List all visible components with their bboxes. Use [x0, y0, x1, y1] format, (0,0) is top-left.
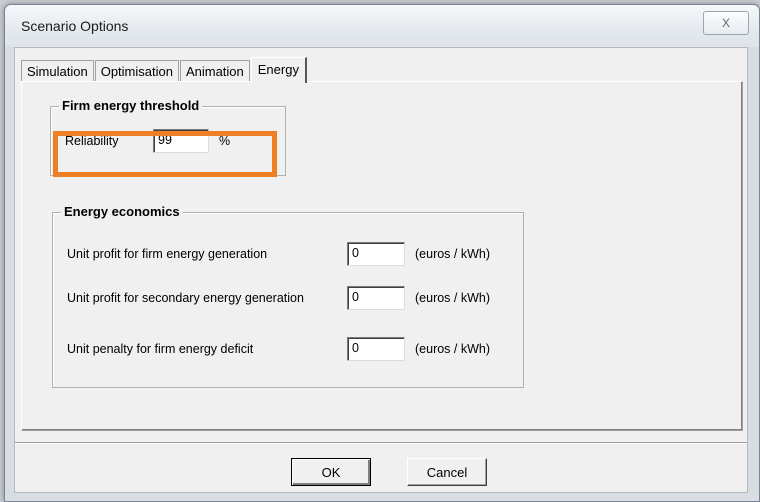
- tab-strip: Simulation Optimisation Animation Energy: [21, 56, 308, 83]
- secondary-energy-profit-unit: (euros / kWh): [415, 291, 491, 305]
- close-button[interactable]: X: [703, 11, 749, 35]
- ok-button[interactable]: OK: [291, 458, 371, 486]
- tab-animation[interactable]: Animation: [179, 60, 250, 82]
- firm-energy-profit-label: Unit profit for firm energy generation: [67, 247, 268, 261]
- tab-energy[interactable]: Energy: [250, 57, 307, 83]
- window-title: Scenario Options: [21, 18, 129, 34]
- button-separator: [15, 442, 747, 444]
- firm-energy-penalty-unit: (euros / kWh): [415, 342, 491, 356]
- secondary-energy-profit-label: Unit profit for secondary energy generat…: [67, 291, 304, 305]
- energy-economics-title: Energy economics: [61, 204, 183, 219]
- tab-simulation[interactable]: Simulation: [21, 60, 94, 82]
- close-icon: X: [721, 16, 730, 30]
- firm-energy-profit-input[interactable]: 0: [347, 242, 405, 266]
- scenario-options-dialog: Scenario Options X Simulation Optimisati…: [4, 4, 760, 502]
- reliability-highlight-box: [53, 131, 277, 177]
- dialog-body: Simulation Optimisation Animation Energy…: [14, 47, 748, 493]
- firm-energy-profit-unit: (euros / kWh): [415, 247, 491, 261]
- secondary-energy-profit-input[interactable]: 0: [347, 286, 405, 310]
- firm-energy-penalty-input[interactable]: 0: [347, 337, 405, 361]
- title-bar[interactable]: Scenario Options X: [5, 5, 759, 47]
- cancel-button[interactable]: Cancel: [407, 458, 487, 486]
- energy-economics-group: Energy economics Unit profit for firm en…: [52, 204, 524, 388]
- tab-optimisation[interactable]: Optimisation: [94, 60, 179, 82]
- firm-energy-threshold-title: Firm energy threshold: [59, 98, 203, 113]
- firm-energy-penalty-label: Unit penalty for firm energy deficit: [67, 342, 254, 356]
